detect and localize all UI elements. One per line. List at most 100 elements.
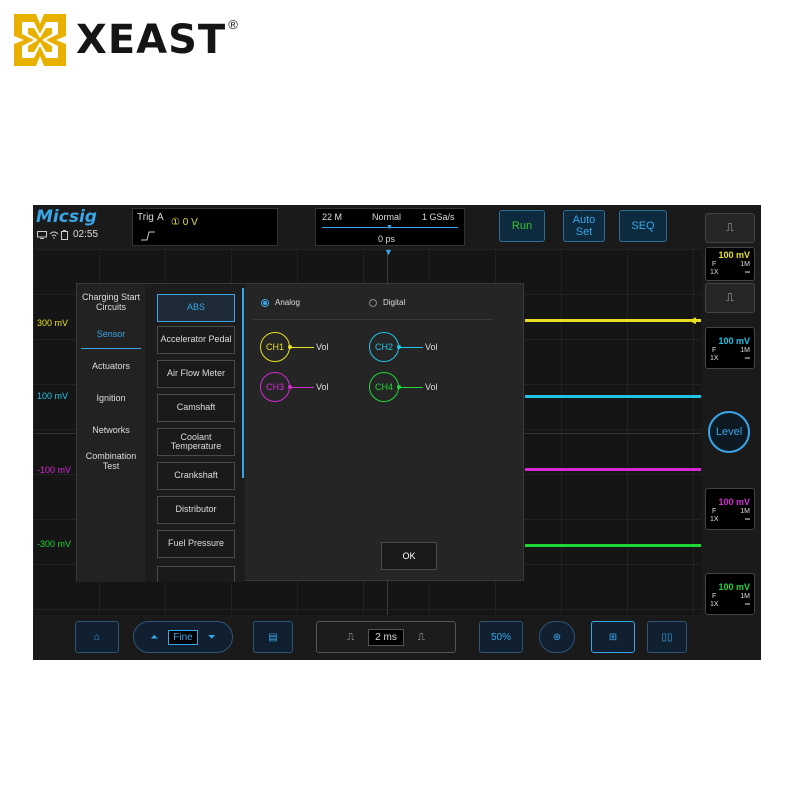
fine-toggle[interactable]: Fine (168, 629, 198, 645)
channel-node-ch4[interactable]: CH4 Vol (369, 372, 438, 402)
channel-node-ch2[interactable]: CH2 Vol (369, 332, 438, 362)
timebase-panel[interactable]: 22 M Normal 1 GSa/s ▼ 0 ps (315, 208, 465, 246)
mode-analog[interactable]: Analog (261, 298, 300, 307)
analog-label: Analog (275, 298, 300, 307)
pulse-icon[interactable]: ⎍ (705, 283, 755, 313)
ch3-impedance: 1M (740, 508, 750, 515)
scale-down-icon[interactable]: ⏶ (150, 632, 158, 643)
channel-card-ch3[interactable]: 100 mV F 1M 1X ═ (705, 488, 755, 530)
channel-card-ch2[interactable]: 100 mV F 1M 1X ═ (705, 327, 755, 369)
sensor-abs[interactable]: ABS (157, 294, 235, 322)
ch1-dc-icon: ═ (745, 269, 750, 276)
pause-icon[interactable]: ▯▯ (647, 621, 687, 653)
sensor-fuel-pressure[interactable]: Fuel Pressure (157, 530, 235, 558)
auto-set-button[interactable]: Auto Set (563, 210, 605, 242)
trigger-source: A (157, 212, 164, 223)
level-label-ch1: 300 mV (37, 318, 69, 328)
device-brand: Micsig (36, 207, 97, 227)
category-charging-start-circuits[interactable]: Charging Start Circuits (77, 292, 145, 313)
ch2-volts: 100 mV (718, 336, 750, 346)
level-label-ch3: -100 mV (37, 465, 72, 475)
time-scale-control[interactable]: ⎍ 2 ms ⎍ (316, 621, 456, 653)
horizontal-delay: 0 ps (378, 234, 396, 244)
ch2-dc-icon: ═ (745, 355, 750, 362)
ch2-circle[interactable]: CH2 (369, 332, 399, 362)
scale-up-icon[interactable]: ⏷ (208, 632, 216, 643)
ch3-dc-icon: ═ (745, 516, 750, 523)
digital-radio[interactable] (369, 298, 377, 307)
trigger-value: ① 0 V (171, 217, 198, 228)
level-button[interactable]: Level (708, 411, 750, 453)
run-button[interactable]: Run (499, 210, 545, 242)
ch3-signal: Vol (316, 382, 329, 392)
trace-ch4 (525, 544, 701, 547)
category-sensor[interactable]: Sensor (77, 329, 145, 339)
sensor-next-partial[interactable] (157, 566, 235, 582)
ch2-impedance: 1M (740, 347, 750, 354)
trace-ch2 (525, 395, 701, 398)
channel-card-ch4[interactable]: 100 mV F 1M 1X ═ (705, 573, 755, 615)
mode-digital[interactable]: Digital (369, 298, 405, 307)
save-icon[interactable]: ▤ (253, 621, 293, 653)
ch4-signal: Vol (425, 382, 438, 392)
channel-node-ch1[interactable]: CH1 Vol (260, 332, 329, 362)
sensor-list[interactable]: ABS Accelerator Pedal Air Flow Meter Cam… (145, 284, 245, 582)
category-combination-test[interactable]: Combination Test (77, 451, 145, 472)
category-ignition[interactable]: Ignition (77, 393, 145, 403)
ch4-circle[interactable]: CH4 (369, 372, 399, 402)
sensor-camshaft[interactable]: Camshaft (157, 394, 235, 422)
seq-button[interactable]: SEQ (619, 210, 667, 242)
time-decrease-icon[interactable]: ⎍ (347, 632, 354, 643)
sensor-list-scrollbar[interactable] (242, 288, 244, 478)
ch3-coupling: F (712, 508, 717, 515)
category-actuators[interactable]: Actuators (77, 361, 145, 371)
measure-icon[interactable]: ⊞ (591, 621, 635, 653)
channel-node-ch3[interactable]: CH3 Vol (260, 372, 329, 402)
cursor-icon[interactable]: ⊕ (539, 621, 575, 653)
probe-selection-dialog: Charging Start Circuits Sensor Actuators… (76, 283, 524, 582)
ch1-coupling: F (712, 261, 717, 268)
home-icon[interactable]: ⌂ (75, 621, 119, 653)
trigger-panel[interactable]: Trig A ① 0 V (132, 208, 278, 246)
pulse-icon[interactable]: ⎍ (705, 213, 755, 243)
sensor-distributor[interactable]: Distributor (157, 496, 235, 524)
acquisition-mode: Normal (372, 212, 402, 222)
ch3-volts: 100 mV (718, 497, 750, 507)
ch3-probe: 1X (710, 516, 719, 523)
analog-radio[interactable] (261, 298, 269, 307)
ch4-probe: 1X (710, 601, 719, 608)
trigger-label: Trig (137, 212, 154, 223)
ch1-signal: Vol (316, 342, 329, 352)
ch1-wire (288, 344, 314, 349)
bottom-toolbar: ⌂ ⏶ Fine ⏷ ▤ ⎍ 2 ms ⎍ 50% ⊕ ⊞ ▯▯ (33, 615, 701, 660)
clock: 02:55 (73, 229, 99, 240)
ok-button[interactable]: OK (381, 542, 437, 570)
zoom-button[interactable]: 50% (479, 621, 523, 653)
registered-mark: ® (228, 16, 238, 32)
ch1-circle[interactable]: CH1 (260, 332, 290, 362)
sensor-air-flow-meter[interactable]: Air Flow Meter (157, 360, 235, 388)
brand-logo: XEAST ® (14, 14, 238, 66)
ch2-wire (397, 344, 423, 349)
ch3-circle[interactable]: CH3 (260, 372, 290, 402)
trigger-level-arrow-icon[interactable]: ◀ (689, 315, 696, 326)
category-list: Charging Start Circuits Sensor Actuators… (77, 284, 145, 582)
level-label-ch2: 100 mV (37, 391, 69, 401)
vertical-scale-control[interactable]: ⏶ Fine ⏷ (133, 621, 233, 653)
category-networks[interactable]: Networks (77, 425, 145, 435)
ch1-probe: 1X (710, 269, 719, 276)
sensor-coolant-temperature[interactable]: Coolant Temperature (157, 428, 235, 456)
time-increase-icon[interactable]: ⎍ (418, 632, 425, 643)
sensor-accelerator-pedal[interactable]: Accelerator Pedal (157, 326, 235, 354)
dialog-divider (253, 319, 493, 320)
battery-icon (61, 230, 68, 240)
ch2-probe: 1X (710, 355, 719, 362)
sample-rate: 1 GSa/s (422, 212, 455, 222)
ch4-impedance: 1M (740, 593, 750, 600)
channel-card-ch1[interactable]: 100 mV F 1M 1X ═ (705, 247, 755, 281)
ch4-dc-icon: ═ (745, 601, 750, 608)
sensor-crankshaft[interactable]: Crankshaft (157, 462, 235, 490)
ch4-coupling: F (712, 593, 717, 600)
monitor-icon (37, 231, 47, 239)
trigger-level-value: 0 V (182, 217, 198, 228)
